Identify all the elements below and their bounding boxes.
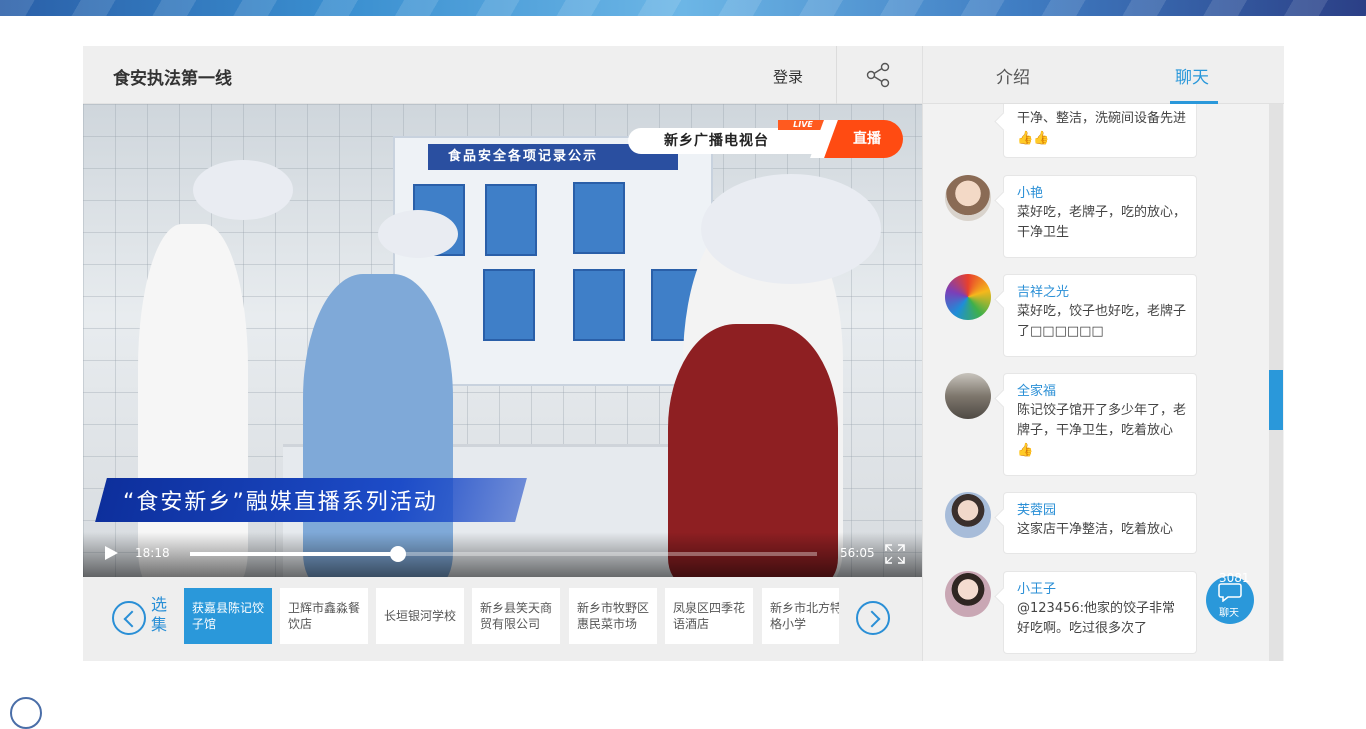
user-avatar [945, 571, 991, 617]
episode-item[interactable]: 新乡市牧野区惠民菜市场 [569, 588, 657, 644]
play-button[interactable] [105, 546, 118, 560]
logo-icon [10, 697, 42, 729]
video-scene-person [138, 224, 248, 577]
tab-intro[interactable]: 介绍 [996, 63, 1030, 88]
episode-item[interactable]: 新乡市北方特格小学 [762, 588, 839, 644]
sidebar-panel: 介绍 聊天 干净、整洁，洗碗间设备先进👍👍 小艳 菜好吃，老牌子，吃的放心，干净… [922, 46, 1284, 661]
chat-text: 陈记饺子馆开了多少年了，老牌子，干净卫生，吃着放心👍 [1017, 403, 1187, 458]
chat-bubble: 小艳 菜好吃，老牌子，吃的放心，干净卫生 [1003, 175, 1197, 258]
episode-item[interactable]: 凤泉区四季花语酒店 [665, 588, 753, 644]
chat-scrollbar[interactable] [1269, 104, 1283, 661]
video-scene-cap [701, 174, 881, 284]
total-time: 56:05 [840, 546, 875, 560]
video-scene-folder [573, 182, 625, 254]
chat-username: 芙蓉园 [1017, 503, 1057, 518]
chat-bubble: 吉祥之光 菜好吃，饺子也好吃，老牌子了□□□□□□ [1003, 274, 1197, 357]
chat-count: 3081 [1219, 571, 1250, 585]
live-label: 直播 [823, 120, 903, 158]
live-badge: 新乡广播电视台 LIVE 直播 [628, 120, 903, 160]
tab-chat[interactable]: 聊天 [1175, 63, 1209, 88]
chat-bubble: 干净、整洁，洗碗间设备先进👍👍 [1003, 104, 1197, 158]
current-time: 18:18 [135, 546, 170, 560]
user-avatar [945, 492, 991, 538]
video-caption: “食安新乡”融媒直播系列活动 [123, 490, 438, 515]
user-avatar [945, 373, 991, 419]
chat-username: 小艳 [1017, 186, 1044, 201]
player-panel: 食安执法第一线 登录 食品安全各项记录公示 新乡广播电视台 LIVE 直播 “食… [83, 46, 923, 661]
episode-item[interactable]: 新乡县笑天商贸有限公司 [472, 588, 560, 644]
floating-chat-label: 聊天 [1219, 608, 1239, 619]
login-link[interactable]: 登录 [773, 66, 803, 87]
episode-list: 获嘉县陈记饺子馆 卫辉市鑫淼餐饮店 长垣银河学校 新乡县笑天商贸有限公司 新乡市… [184, 588, 839, 644]
user-avatar [945, 274, 991, 320]
chat-username: 全家福 [1017, 384, 1057, 399]
chat-scroll-thumb[interactable] [1269, 370, 1283, 430]
video-scene-folder [485, 184, 537, 256]
page-title: 食安执法第一线 [113, 69, 232, 89]
progress-fill [190, 552, 399, 556]
chat-text: 菜好吃，饺子也好吃，老牌子了□□□□□□ [1017, 304, 1187, 339]
chat-text: 这家店干净整洁，吃着放心 [1017, 522, 1174, 537]
video-scene-folder [483, 269, 535, 341]
episode-selector: 选集 获嘉县陈记饺子馆 卫辉市鑫淼餐饮店 长垣银河学校 新乡县笑天商贸有限公司 … [83, 577, 923, 661]
chat-bubble: 全家福 陈记饺子馆开了多少年了，老牌子，干净卫生，吃着放心👍 [1003, 373, 1197, 476]
chat-username: 吉祥之光 [1017, 285, 1070, 300]
episode-item[interactable]: 长垣银河学校 [376, 588, 464, 644]
share-icon[interactable] [865, 62, 891, 88]
user-avatar [945, 175, 991, 221]
episodes-prev-button[interactable] [112, 601, 146, 635]
video-player[interactable]: 食品安全各项记录公示 新乡广播电视台 LIVE 直播 “食安新乡”融媒直播系列活… [83, 104, 923, 577]
episodes-next-button[interactable] [856, 601, 890, 635]
header-divider [836, 46, 837, 104]
chat-text: 菜好吃，老牌子，吃的放心，干净卫生 [1017, 205, 1187, 240]
select-episode-label: 选集 [151, 595, 168, 634]
chat-username: 小王子 [1017, 582, 1057, 597]
episode-item[interactable]: 卫辉市鑫淼餐饮店 [280, 588, 368, 644]
episode-item[interactable]: 获嘉县陈记饺子馆 [184, 588, 272, 644]
video-scene-cap [193, 160, 293, 220]
video-controls: 18:18 56:05 [83, 532, 923, 577]
progress-knob[interactable] [390, 546, 407, 562]
live-station-label: 新乡广播电视台 [628, 128, 828, 154]
progress-bar[interactable] [190, 546, 817, 562]
chat-bubble: 芙蓉园 这家店干净整洁，吃着放心 [1003, 492, 1197, 554]
chat-bubble-icon [1218, 583, 1242, 602]
video-scene-cap [378, 210, 458, 258]
fullscreen-icon[interactable] [885, 544, 905, 564]
chat-text: 干净、整洁，洗碗间设备先进👍👍 [1017, 111, 1187, 146]
sidebar-tabs: 介绍 聊天 [923, 46, 1284, 104]
chat-text: @123456:他家的饺子非常好吃啊。吃过很多次了 [1017, 601, 1176, 636]
player-header: 食安执法第一线 登录 [83, 46, 923, 104]
chat-bubble: 小王子 @123456:他家的饺子非常好吃啊。吃过很多次了 [1003, 571, 1197, 654]
video-scene-folder [573, 269, 625, 341]
top-banner [0, 0, 1366, 16]
